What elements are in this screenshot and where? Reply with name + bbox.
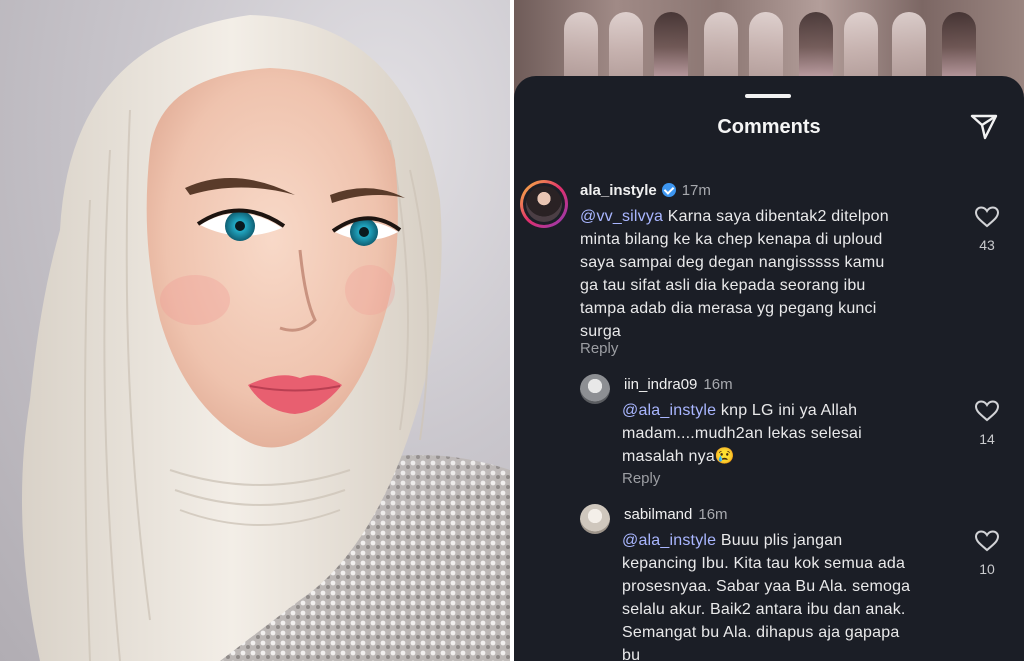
background-figure xyxy=(609,12,643,82)
comments-sheet: Comments ala_instyle 17m @vv_silvya Karna… xyxy=(514,76,1024,661)
comment-header: sabilmand 16m xyxy=(624,506,728,523)
heart-icon[interactable] xyxy=(974,529,1000,553)
reply-button[interactable]: Reply xyxy=(622,470,660,487)
background-figure xyxy=(942,12,976,82)
timestamp: 17m xyxy=(681,182,711,199)
comments-screen: Comments ala_instyle 17m @vv_silvya Karna… xyxy=(514,0,1024,661)
portrait-photo xyxy=(0,0,510,661)
avatar[interactable] xyxy=(520,180,568,228)
mention-link[interactable]: @ala_instyle xyxy=(622,402,716,419)
timestamp: 16m xyxy=(698,506,728,523)
comment-text: @ala_instyle knp LG ini ya Allah madam..… xyxy=(622,399,962,468)
comment-body: Karna saya dibentak2 ditelpon minta bila… xyxy=(580,208,889,340)
heart-icon[interactable] xyxy=(974,399,1000,423)
like-count: 14 xyxy=(979,431,995,447)
like-count: 43 xyxy=(979,237,995,253)
username[interactable]: iin_indra09 xyxy=(624,376,697,393)
sheet-drag-handle[interactable] xyxy=(745,94,791,98)
avatar[interactable] xyxy=(580,504,610,534)
username[interactable]: sabilmand xyxy=(624,506,692,523)
background-figure xyxy=(564,12,598,82)
background-figure xyxy=(749,12,783,82)
comment-text: @vv_silvya Karna saya dibentak2 ditelpon… xyxy=(580,205,970,343)
background-figure xyxy=(799,12,833,82)
background-figure xyxy=(654,12,688,82)
send-icon[interactable] xyxy=(968,110,1000,142)
reply-button[interactable]: Reply xyxy=(580,340,618,357)
mention-link[interactable]: @ala_instyle xyxy=(622,532,716,549)
avatar[interactable] xyxy=(580,374,610,404)
heart-icon[interactable] xyxy=(974,205,1000,229)
like-count: 10 xyxy=(979,561,995,577)
background-figure xyxy=(892,12,926,82)
comment-text: @ala_instyle Buuu plis jangan kepancing … xyxy=(622,529,972,661)
background-figure xyxy=(704,12,738,82)
background-figure xyxy=(844,12,878,82)
comment-header: iin_indra09 16m xyxy=(624,376,733,393)
comment-header: ala_instyle 17m xyxy=(580,182,711,199)
timestamp: 16m xyxy=(703,376,733,393)
username[interactable]: ala_instyle xyxy=(580,182,657,199)
comment-body: Buuu plis jangan kepancing Ibu. Kita tau… xyxy=(622,532,911,661)
sheet-title: Comments xyxy=(717,116,821,138)
mention-link[interactable]: @vv_silvya xyxy=(580,208,663,225)
verified-badge-icon xyxy=(661,183,676,197)
